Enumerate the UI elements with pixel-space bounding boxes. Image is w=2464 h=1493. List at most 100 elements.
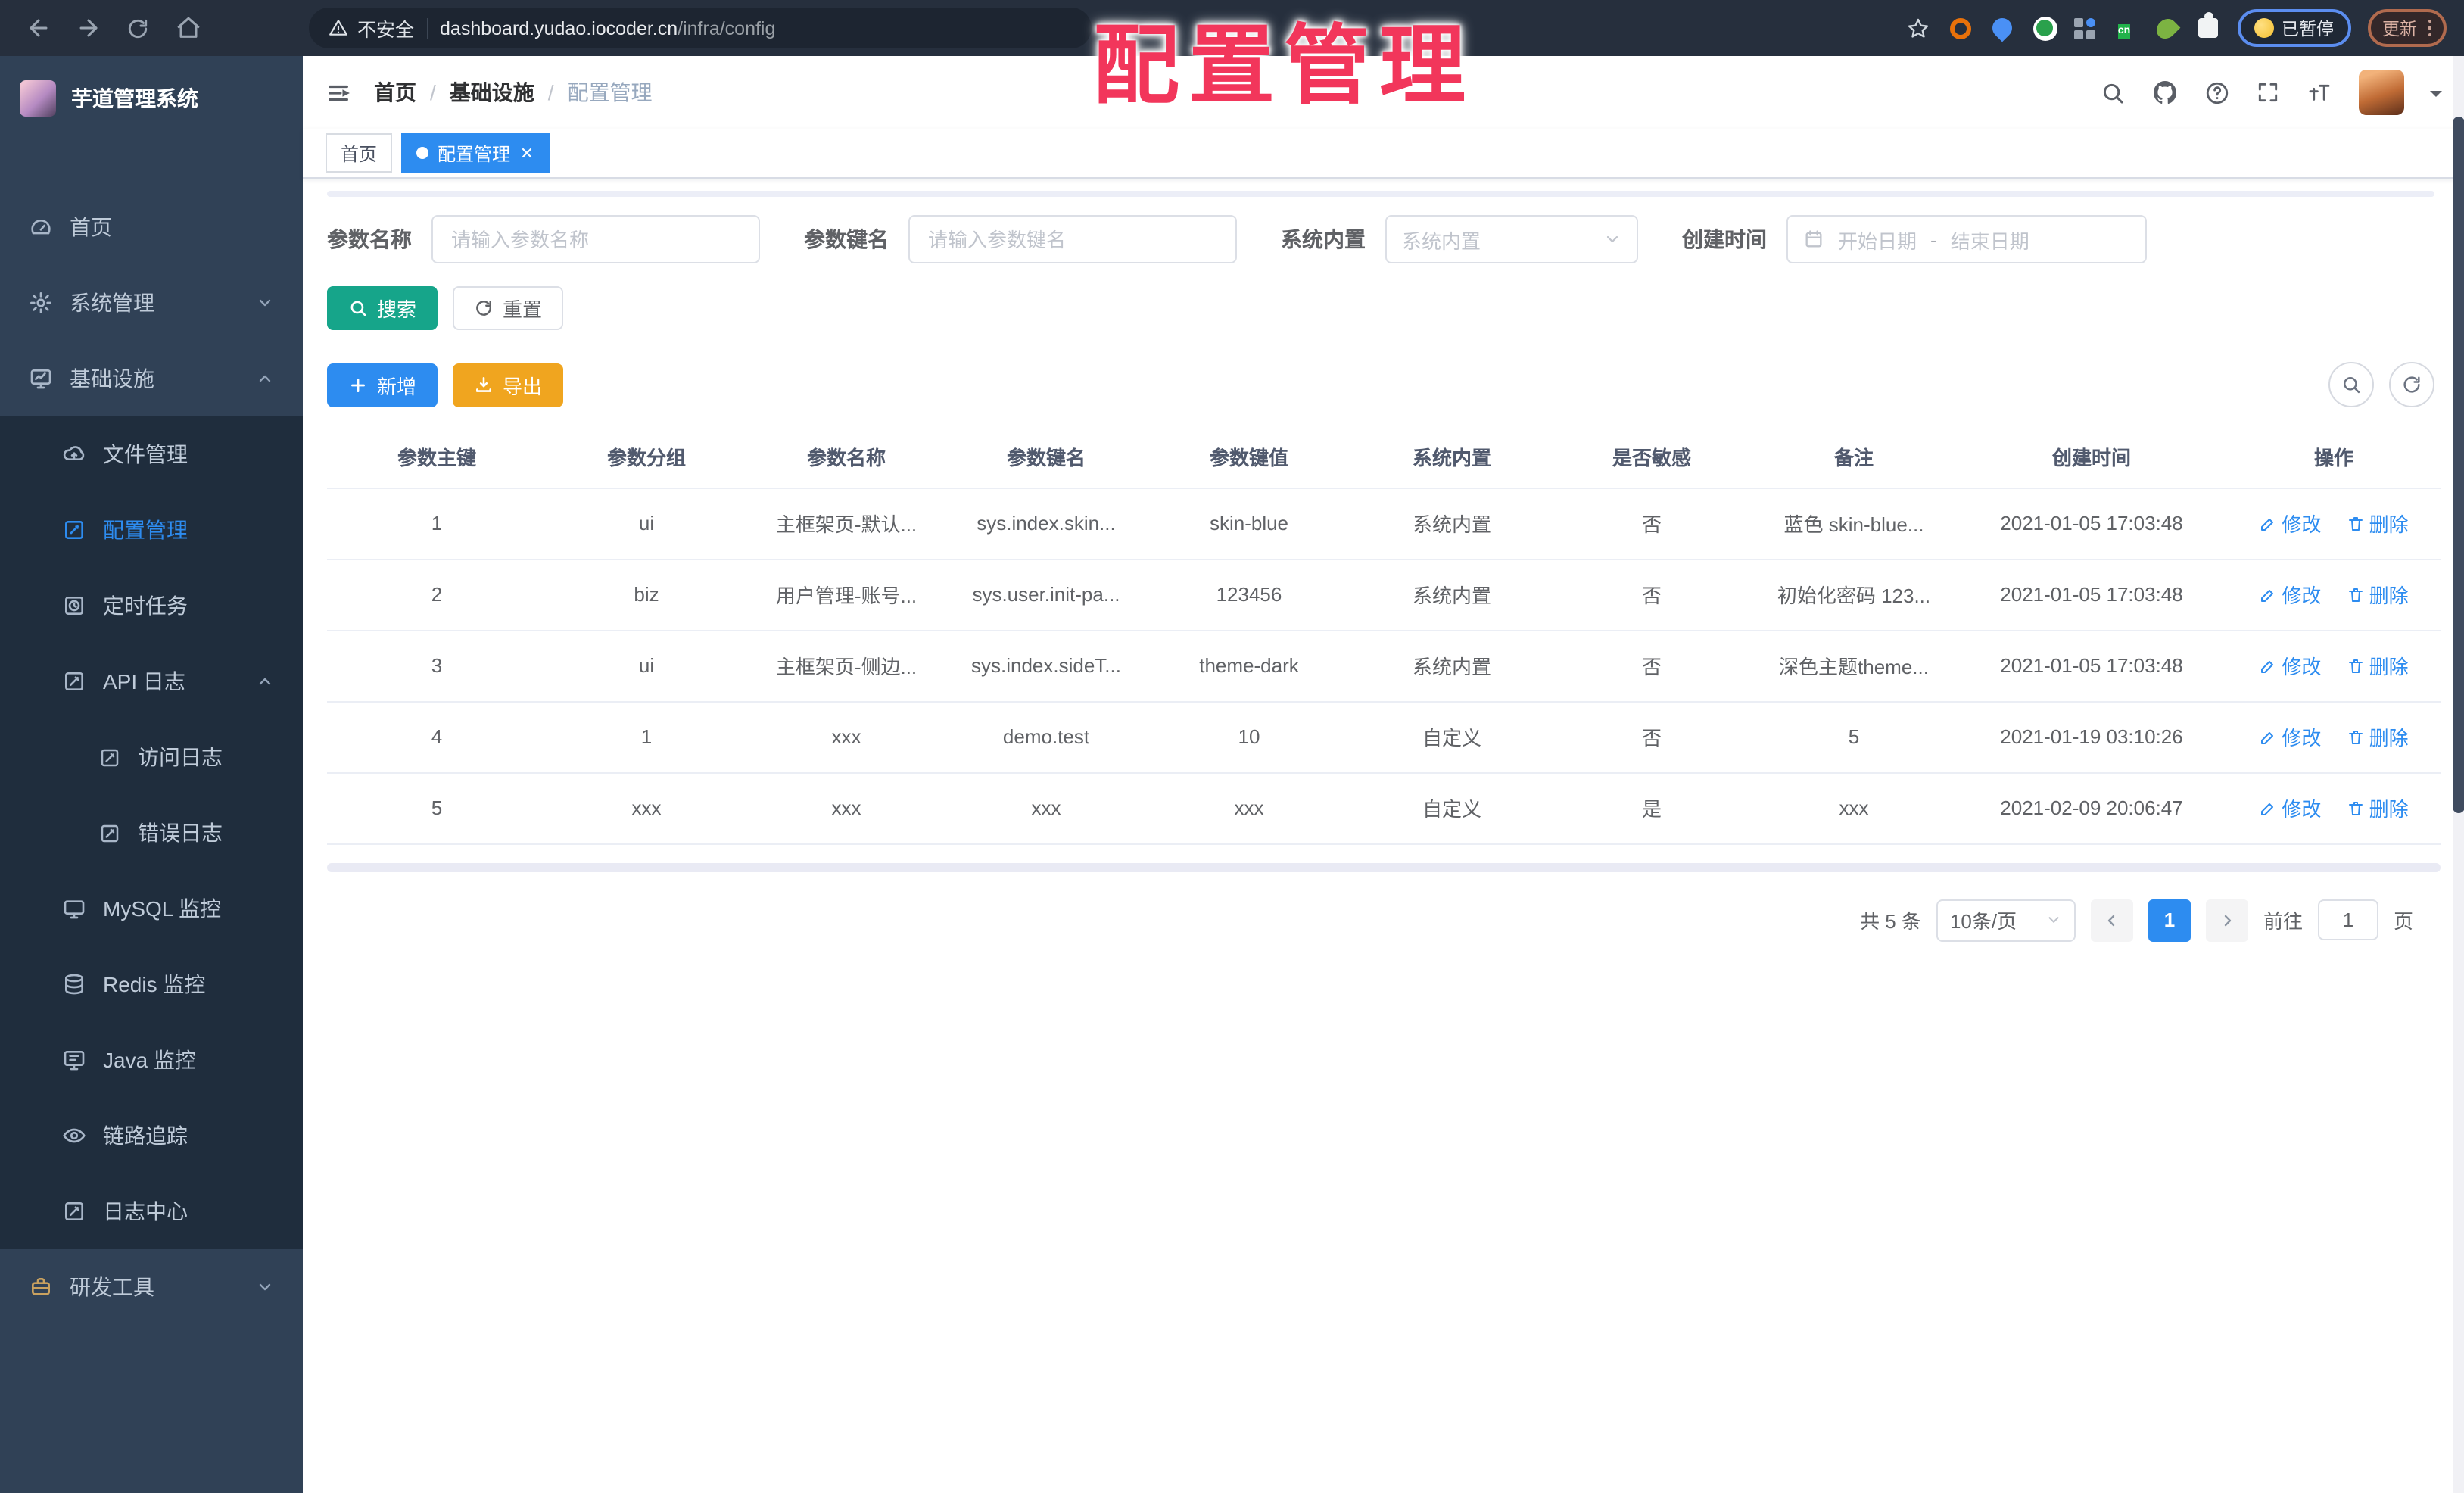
add-button[interactable]: 新增	[327, 363, 438, 407]
hamburger-icon[interactable]	[326, 79, 351, 105]
scrollbar-track[interactable]	[2453, 56, 2464, 1493]
refresh-icon	[476, 301, 491, 316]
cell-actions: 修改 删除	[2227, 701, 2441, 773]
col-id: 参数主键	[327, 427, 547, 488]
fullscreen-icon[interactable]	[2256, 80, 2280, 104]
sidebar-item-redis[interactable]: Redis 监控	[0, 946, 303, 1022]
breadcrumb-home[interactable]: 首页	[374, 77, 416, 108]
font-size-icon[interactable]	[2306, 80, 2333, 104]
extension-grid-icon[interactable]	[2074, 17, 2095, 39]
extension-sprout-icon[interactable]	[2151, 14, 2180, 42]
param-name-input[interactable]	[431, 215, 760, 263]
sidebar-item-api-log[interactable]: API 日志	[0, 644, 303, 719]
sidebar-item-log-center[interactable]: 日志中心	[0, 1174, 303, 1249]
date-end-placeholder: 结束日期	[1950, 229, 2029, 252]
extension-cn-icon[interactable]: cn	[2112, 17, 2136, 39]
system-builtin-select[interactable]: 系统内置	[1385, 215, 1638, 263]
address-bar[interactable]: 不安全 dashboard.yudao.iocoder.cn/infra/con…	[309, 8, 1092, 48]
forward-icon[interactable]	[68, 8, 107, 48]
refresh-table-button[interactable]	[2389, 362, 2434, 407]
pen-square-icon	[62, 1199, 86, 1223]
app-title: 芋道管理系统	[71, 86, 198, 111]
browser-update-button[interactable]: 更新	[2367, 9, 2447, 47]
browser-toolbar: 不安全 dashboard.yudao.iocoder.cn/infra/con…	[0, 0, 2464, 56]
reload-icon[interactable]	[118, 8, 157, 48]
security-indicator[interactable]: 不安全	[329, 14, 414, 42]
chevron-right-icon	[2224, 914, 2232, 926]
sidebar-item-dev-tools[interactable]: 研发工具	[0, 1249, 303, 1325]
sidebar-item-trace[interactable]: 链路追踪	[0, 1098, 303, 1174]
delete-link[interactable]: 删除	[2347, 509, 2409, 538]
export-button[interactable]: 导出	[453, 363, 564, 407]
bookmark-star-icon[interactable]	[1905, 15, 1930, 41]
date-separator: -	[1930, 228, 1937, 251]
delete-link[interactable]: 删除	[2347, 651, 2409, 680]
sidebar-item-mysql[interactable]: MySQL 监控	[0, 871, 303, 946]
scrollbar-thumb[interactable]	[2453, 117, 2464, 813]
edit-link[interactable]: 修改	[2259, 793, 2321, 822]
trash-icon	[2348, 659, 2363, 672]
param-key-input[interactable]	[908, 215, 1237, 263]
goto-page-input[interactable]	[2317, 899, 2378, 940]
page-size-select[interactable]: 10条/页	[1936, 899, 2076, 941]
param-name-label: 参数名称	[327, 227, 412, 251]
back-icon[interactable]	[18, 8, 58, 48]
github-icon[interactable]	[2151, 79, 2179, 106]
reset-button[interactable]: 重置	[453, 286, 564, 330]
paused-extension-badge[interactable]: 已暂停	[2238, 9, 2350, 47]
date-range-picker[interactable]: 开始日期 - 结束日期	[1786, 215, 2147, 263]
main-area: 首页 / 基础设施 / 配置管理 首页 配置管理 参数名称 请输入参数名称 参数…	[303, 56, 2464, 1493]
sidebar-item-home[interactable]: 首页	[0, 189, 303, 265]
page-content: 参数名称 参数键名 系统内置 系统内置 创建时间 开始日期 - 结束日期	[303, 179, 2464, 1493]
tags-view: 首页 配置管理	[303, 129, 2464, 179]
pen-icon	[2261, 660, 2274, 672]
horizontal-scroll-track-top[interactable]	[327, 191, 2434, 197]
edit-link[interactable]: 修改	[2259, 722, 2321, 751]
horizontal-scroll-track-bottom[interactable]	[327, 862, 2441, 871]
caret-down-icon[interactable]	[2430, 90, 2442, 102]
question-icon[interactable]	[2204, 79, 2230, 105]
edit-link[interactable]: 修改	[2259, 651, 2321, 680]
sidebar-item-config[interactable]: 配置管理	[0, 492, 303, 568]
kebab-menu-icon[interactable]	[2428, 19, 2431, 37]
delete-link[interactable]: 删除	[2347, 580, 2409, 609]
toggle-search-button[interactable]	[2328, 362, 2374, 407]
extension-green-circle-icon[interactable]	[2032, 15, 2057, 41]
prev-page-button[interactable]	[2090, 899, 2133, 941]
edit-link[interactable]: 修改	[2259, 580, 2321, 609]
page-number-button[interactable]: 1	[2148, 899, 2191, 941]
sidebar-item-infra[interactable]: 基础设施	[0, 341, 303, 416]
home-icon[interactable]	[168, 8, 207, 48]
sidebar-item-job[interactable]: 定时任务	[0, 568, 303, 644]
app-logo[interactable]: 芋道管理系统	[0, 56, 303, 141]
cell-id: 3	[327, 630, 547, 702]
sidebar-item-file[interactable]: 文件管理	[0, 416, 303, 492]
sidebar-item-access-log[interactable]: 访问日志	[0, 719, 303, 795]
java-monitor-icon	[62, 1048, 86, 1072]
breadcrumb-infra[interactable]: 基础设施	[450, 77, 534, 108]
delete-link[interactable]: 删除	[2347, 722, 2409, 751]
table-toolbar: 新增 导出	[327, 362, 2441, 407]
extension-puzzle-icon[interactable]	[2195, 12, 2221, 41]
extension-ring-icon[interactable]	[1947, 15, 1973, 41]
user-avatar[interactable]	[2359, 70, 2404, 115]
edit-link[interactable]: 修改	[2259, 509, 2321, 538]
cell-created: 2021-01-19 03:10:26	[1956, 701, 2227, 773]
extension-pin-icon[interactable]	[1988, 14, 2017, 42]
cell-id: 1	[327, 488, 547, 559]
delete-link[interactable]: 删除	[2347, 793, 2409, 822]
sidebar-item-error-log[interactable]: 错误日志	[0, 795, 303, 871]
sidebar-item-java[interactable]: Java 监控	[0, 1022, 303, 1098]
cell-group: xxx	[547, 772, 746, 844]
close-icon[interactable]	[519, 145, 534, 161]
sidebar-item-system[interactable]: 系统管理	[0, 265, 303, 341]
search-button[interactable]: 搜索	[327, 286, 438, 330]
filter-actions: 搜索 重置	[327, 286, 2441, 330]
tag-config[interactable]: 配置管理	[401, 133, 550, 173]
header-actions	[2100, 70, 2442, 115]
cell-actions: 修改 删除	[2227, 772, 2441, 844]
next-page-button[interactable]	[2205, 899, 2248, 941]
cell-sensitive: 否	[1552, 559, 1752, 631]
search-icon[interactable]	[2100, 79, 2126, 105]
tag-home[interactable]: 首页	[326, 133, 393, 173]
